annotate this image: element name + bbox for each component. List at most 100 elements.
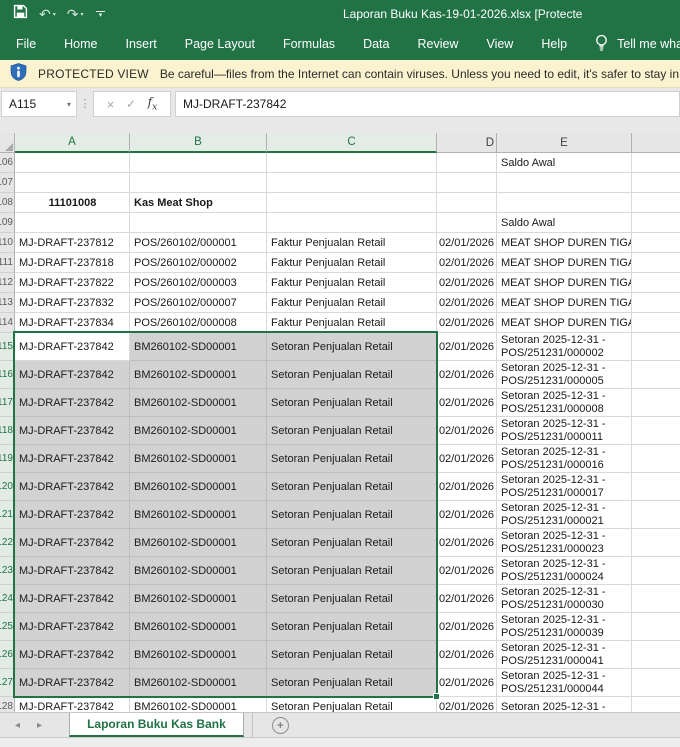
cell-C124[interactable]: Setoran Penjualan Retail	[267, 585, 437, 613]
cell-F107[interactable]	[632, 173, 680, 193]
cell-D122[interactable]: 02/01/2026	[437, 529, 497, 557]
cell-B110[interactable]: POS/260102/000001	[130, 233, 267, 253]
cell-B113[interactable]: POS/260102/000007	[130, 293, 267, 313]
cell-A109[interactable]	[15, 213, 130, 233]
cell-A125[interactable]: MJ-DRAFT-237842	[15, 613, 130, 641]
cell-D112[interactable]: 02/01/2026	[437, 273, 497, 293]
cell-D118[interactable]: 02/01/2026	[437, 417, 497, 445]
cell-D125[interactable]: 02/01/2026	[437, 613, 497, 641]
row-header-127[interactable]: 127	[0, 669, 15, 697]
cell-F117[interactable]	[632, 389, 680, 417]
cell-A128[interactable]: MJ-DRAFT-237842	[15, 697, 130, 712]
cell-E109[interactable]: Saldo Awal	[497, 213, 632, 233]
add-sheet-button[interactable]: +	[272, 717, 289, 734]
row-header-111[interactable]: 111	[0, 253, 15, 273]
cell-F124[interactable]	[632, 585, 680, 613]
name-box[interactable]: A115 ▾	[1, 91, 77, 117]
undo-button[interactable]: ↶ ▾	[39, 7, 56, 21]
cell-D117[interactable]: 02/01/2026	[437, 389, 497, 417]
cell-C121[interactable]: Setoran Penjualan Retail	[267, 501, 437, 529]
cell-B112[interactable]: POS/260102/000003	[130, 273, 267, 293]
row-header-116[interactable]: 116	[0, 361, 15, 389]
cell-B128[interactable]: BM260102-SD00001	[130, 697, 267, 712]
row-header-115[interactable]: 115	[0, 333, 15, 361]
row-header-114[interactable]: 114	[0, 313, 15, 333]
cell-E127[interactable]: Setoran 2025-12-31 -POS/251231/000044	[497, 669, 632, 697]
cell-C123[interactable]: Setoran Penjualan Retail	[267, 557, 437, 585]
cell-C108[interactable]	[267, 193, 437, 213]
cell-E112[interactable]: MEAT SHOP DUREN TIGA	[497, 273, 632, 293]
cell-A115[interactable]: MJ-DRAFT-237842	[15, 333, 130, 361]
cell-D120[interactable]: 02/01/2026	[437, 473, 497, 501]
cell-B108[interactable]: Kas Meat Shop	[130, 193, 267, 213]
cell-F125[interactable]	[632, 613, 680, 641]
cell-E120[interactable]: Setoran 2025-12-31 -POS/251231/000017	[497, 473, 632, 501]
cell-F112[interactable]	[632, 273, 680, 293]
row-header-106[interactable]: 106	[0, 153, 15, 173]
row-header-128[interactable]: 128	[0, 697, 15, 712]
cell-B118[interactable]: BM260102-SD00001	[130, 417, 267, 445]
cell-D114[interactable]: 02/01/2026	[437, 313, 497, 333]
ribbon-tab-insert[interactable]: Insert	[112, 28, 171, 60]
cell-B121[interactable]: BM260102-SD00001	[130, 501, 267, 529]
cell-A123[interactable]: MJ-DRAFT-237842	[15, 557, 130, 585]
redo-button[interactable]: ↷ ▾	[67, 7, 84, 21]
formula-input[interactable]: MJ-DRAFT-237842	[175, 91, 680, 117]
cell-C111[interactable]: Faktur Penjualan Retail	[267, 253, 437, 273]
row-header-117[interactable]: 117	[0, 389, 15, 417]
cell-E113[interactable]: MEAT SHOP DUREN TIGA	[497, 293, 632, 313]
cell-F111[interactable]	[632, 253, 680, 273]
ribbon-tab-formulas[interactable]: Formulas	[269, 28, 349, 60]
cell-D113[interactable]: 02/01/2026	[437, 293, 497, 313]
cell-F122[interactable]	[632, 529, 680, 557]
cell-A107[interactable]	[15, 173, 130, 193]
cell-A121[interactable]: MJ-DRAFT-237842	[15, 501, 130, 529]
ribbon-tab-data[interactable]: Data	[349, 28, 403, 60]
cell-C120[interactable]: Setoran Penjualan Retail	[267, 473, 437, 501]
row-header-120[interactable]: 120	[0, 473, 15, 501]
cell-C119[interactable]: Setoran Penjualan Retail	[267, 445, 437, 473]
row-header-110[interactable]: 110	[0, 233, 15, 253]
cell-F120[interactable]	[632, 473, 680, 501]
name-box-dropdown-icon[interactable]: ▾	[67, 100, 71, 109]
undo-dropdown-icon[interactable]: ▾	[53, 11, 56, 18]
cell-F114[interactable]	[632, 313, 680, 333]
cell-E116[interactable]: Setoran 2025-12-31 -POS/251231/000005	[497, 361, 632, 389]
cell-F115[interactable]	[632, 333, 680, 361]
cell-B122[interactable]: BM260102-SD00001	[130, 529, 267, 557]
cell-D126[interactable]: 02/01/2026	[437, 641, 497, 669]
cell-C107[interactable]	[267, 173, 437, 193]
fill-handle[interactable]	[433, 693, 440, 700]
row-header-123[interactable]: 123	[0, 557, 15, 585]
cell-A114[interactable]: MJ-DRAFT-237834	[15, 313, 130, 333]
col-header-B[interactable]: B	[130, 133, 267, 153]
row-header-125[interactable]: 125	[0, 613, 15, 641]
cell-B114[interactable]: POS/260102/000008	[130, 313, 267, 333]
row-header-113[interactable]: 113	[0, 293, 15, 313]
cell-E121[interactable]: Setoran 2025-12-31 -POS/251231/000021	[497, 501, 632, 529]
ribbon-tab-home[interactable]: Home	[50, 28, 111, 60]
next-sheet-icon[interactable]: ▸	[37, 720, 42, 731]
cell-C115[interactable]: Setoran Penjualan Retail	[267, 333, 437, 361]
cell-D123[interactable]: 02/01/2026	[437, 557, 497, 585]
cell-B106[interactable]	[130, 153, 267, 173]
cell-B125[interactable]: BM260102-SD00001	[130, 613, 267, 641]
cell-A113[interactable]: MJ-DRAFT-237832	[15, 293, 130, 313]
cell-D124[interactable]: 02/01/2026	[437, 585, 497, 613]
col-header-partial[interactable]	[632, 133, 680, 153]
cell-E110[interactable]: MEAT SHOP DUREN TIGA	[497, 233, 632, 253]
col-header-E[interactable]: E	[497, 133, 632, 153]
cell-D108[interactable]	[437, 193, 497, 213]
cell-E107[interactable]	[497, 173, 632, 193]
row-header-112[interactable]: 112	[0, 273, 15, 293]
row-header-122[interactable]: 122	[0, 529, 15, 557]
row-header-109[interactable]: 109	[0, 213, 15, 233]
cell-B117[interactable]: BM260102-SD00001	[130, 389, 267, 417]
row-header-118[interactable]: 118	[0, 417, 15, 445]
cell-B120[interactable]: BM260102-SD00001	[130, 473, 267, 501]
cell-F118[interactable]	[632, 417, 680, 445]
cell-C109[interactable]	[267, 213, 437, 233]
row-header-126[interactable]: 126	[0, 641, 15, 669]
cell-A117[interactable]: MJ-DRAFT-237842	[15, 389, 130, 417]
cell-B115[interactable]: BM260102-SD00001	[130, 333, 267, 361]
